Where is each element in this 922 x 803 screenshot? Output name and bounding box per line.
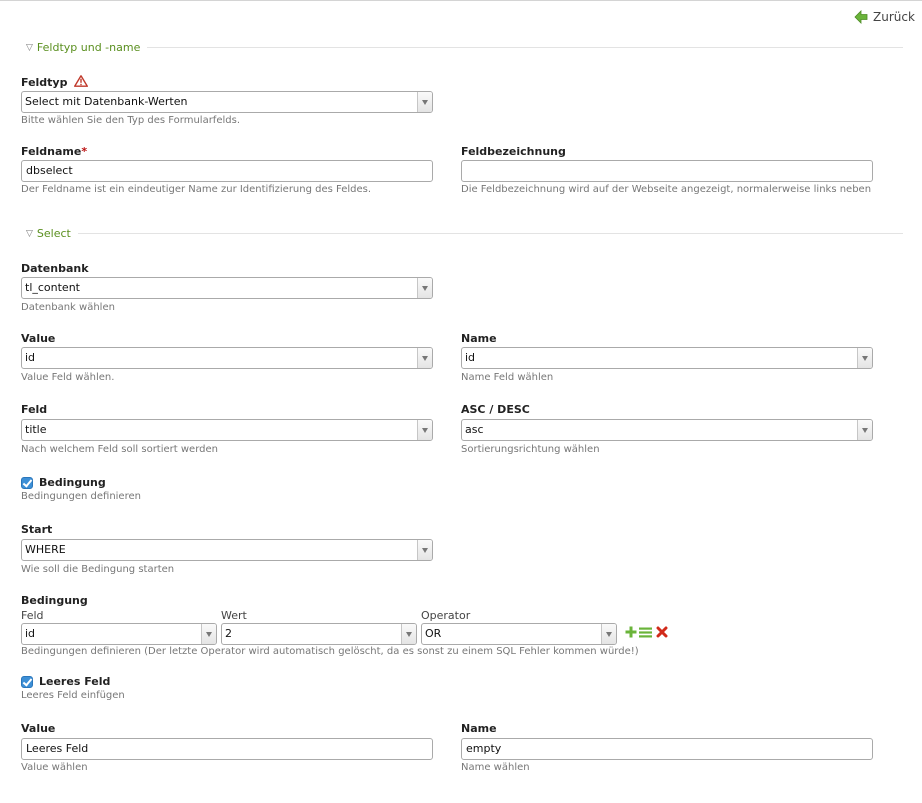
empty-value-label: Value — [21, 722, 56, 735]
back-link[interactable]: Zurück — [854, 10, 915, 24]
name-label: Name — [461, 332, 497, 345]
feldname-input[interactable]: dbselect — [21, 160, 433, 182]
delete-row-icon[interactable] — [656, 626, 668, 638]
name-select[interactable]: id — [461, 347, 873, 369]
feldtyp-label-text: Feldtyp — [21, 76, 68, 89]
chevron-down-icon — [417, 278, 432, 298]
fieldset-divider — [78, 233, 903, 234]
fieldset-divider — [147, 47, 903, 48]
chevron-down-icon — [601, 624, 616, 644]
feld-select-value: title — [25, 423, 47, 436]
feldtyp-help: Bitte wählen Sie den Typ des Formularfel… — [21, 115, 240, 126]
value-label: Value — [21, 332, 56, 345]
legend-label: Feldtyp und -name — [36, 41, 141, 54]
feldtyp-select[interactable]: Select mit Datenbank-Werten — [21, 91, 433, 113]
order-select[interactable]: asc — [461, 419, 873, 441]
feldname-help: Der Feldname ist ein eindeutiger Name zu… — [21, 184, 372, 195]
chevron-down-icon — [417, 92, 432, 112]
feldtyp-select-value: Select mit Datenbank-Werten — [25, 95, 188, 108]
chevron-down-icon — [857, 420, 872, 440]
datenbank-select-value: tl_content — [25, 281, 80, 294]
name-help: Name Feld wählen — [461, 372, 554, 383]
datenbank-help: Datenbank wählen — [21, 302, 115, 313]
order-label: ASC / DESC — [461, 403, 530, 416]
fieldset-legend-select[interactable]: ▽ Select — [26, 227, 71, 240]
chevron-down-icon — [417, 348, 432, 368]
back-label: Zurück — [873, 10, 915, 24]
start-select-value: WHERE — [25, 543, 66, 556]
feldbezeichnung-label: Feldbezeichnung — [461, 145, 566, 158]
feld-help: Nach welchem Feld soll sortiert werden — [21, 444, 218, 455]
datenbank-label: Datenbank — [21, 262, 89, 275]
feld-select[interactable]: title — [21, 419, 433, 441]
bedingung-label: Bedingung — [21, 594, 88, 607]
collapse-triangle-icon: ▽ — [26, 42, 33, 53]
start-select[interactable]: WHERE — [21, 539, 433, 561]
add-row-icon[interactable] — [625, 626, 637, 638]
datenbank-select[interactable]: tl_content — [21, 277, 433, 299]
bedingung-col-operator: Operator — [421, 609, 471, 622]
feldbezeichnung-help: Die Feldbezeichnung wird auf der Webseit… — [461, 184, 872, 195]
bedingung-col-feld: Feld — [21, 609, 44, 622]
fieldset-legend-fieldtype[interactable]: ▽ Feldtyp und -name — [26, 41, 140, 54]
empty-name-label: Name — [461, 722, 497, 735]
name-select-value: id — [465, 351, 476, 364]
feldtyp-label: Feldtyp — [21, 75, 89, 89]
chevron-down-icon — [417, 420, 432, 440]
bedingung-wert-select[interactable]: 2 — [221, 623, 417, 645]
feldname-label-text: Feldname — [21, 145, 82, 158]
bedingung-col-wert: Wert — [221, 609, 247, 622]
value-select-value: id — [25, 351, 36, 364]
bedingung-help: Bedingungen definieren (Der letzte Opera… — [21, 646, 639, 657]
back-arrow-icon — [854, 10, 868, 24]
start-help: Wie soll die Bedingung starten — [21, 564, 175, 575]
required-mark: * — [81, 145, 88, 158]
bedingung-wert-value: 2 — [225, 627, 232, 640]
bedingung-operator-select[interactable]: OR — [421, 623, 617, 645]
order-help: Sortierungsrichtung wählen — [461, 444, 600, 455]
feld-label: Feld — [21, 403, 48, 416]
empty-name-help: Name wählen — [461, 762, 530, 773]
value-help: Value Feld wählen. — [21, 372, 115, 383]
collapse-triangle-icon: ▽ — [26, 228, 33, 239]
menu-lines-icon[interactable] — [639, 627, 652, 638]
leeres-feld-help: Leeres Feld einfügen — [21, 690, 125, 701]
empty-value-help: Value wählen — [21, 762, 88, 773]
feldname-label: Feldname* — [21, 145, 87, 158]
bedingung-feld-select[interactable]: id — [21, 623, 217, 645]
bedingung-checkbox-label[interactable]: Bedingung — [39, 476, 106, 489]
empty-name-input[interactable]: empty — [461, 738, 873, 760]
bedingung-check-help: Bedingungen definieren — [21, 491, 141, 502]
top-border — [0, 0, 922, 1]
value-select[interactable]: id — [21, 347, 433, 369]
chevron-down-icon — [201, 624, 216, 644]
bedingung-operator-value: OR — [425, 627, 442, 640]
warning-icon — [74, 75, 89, 87]
empty-value-input[interactable]: Leeres Feld — [21, 738, 433, 760]
legend-label: Select — [36, 227, 71, 240]
bedingung-feld-value: id — [25, 627, 36, 640]
order-select-value: asc — [465, 423, 484, 436]
chevron-down-icon — [857, 348, 872, 368]
start-label: Start — [21, 523, 53, 536]
leeres-feld-checkbox[interactable] — [21, 676, 33, 688]
leeres-feld-checkbox-label[interactable]: Leeres Feld — [39, 675, 110, 688]
feldbezeichnung-input[interactable] — [461, 160, 873, 182]
bedingung-checkbox[interactable] — [21, 477, 33, 489]
chevron-down-icon — [401, 624, 416, 644]
chevron-down-icon — [417, 540, 432, 560]
